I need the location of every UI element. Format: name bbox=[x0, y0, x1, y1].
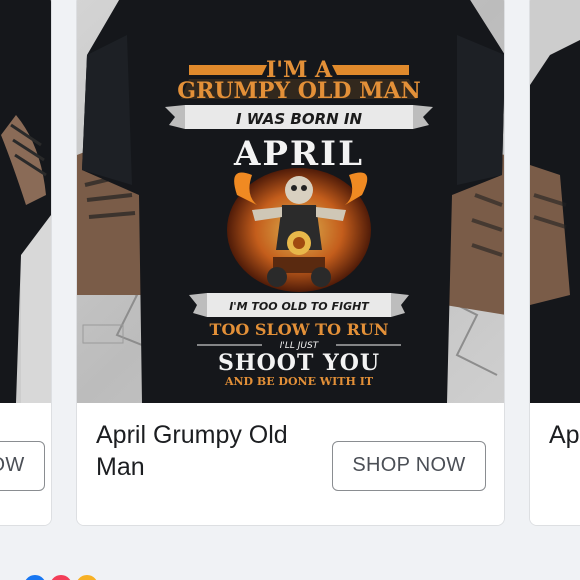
carousel-card-current[interactable]: I'M A GRUMPY OLD MAN I WAS BORN IN APRIL bbox=[76, 0, 505, 526]
carousel-card-next[interactable]: Ap bbox=[529, 0, 580, 526]
product-title[interactable]: Ap bbox=[549, 419, 580, 451]
svg-text:GRUMPY OLD MAN: GRUMPY OLD MAN bbox=[177, 78, 420, 104]
product-image[interactable] bbox=[530, 0, 580, 403]
ad-carousel: SHOP NOW bbox=[0, 0, 580, 580]
svg-text:I'M TOO OLD TO FIGHT: I'M TOO OLD TO FIGHT bbox=[229, 300, 370, 313]
product-image[interactable]: I'M A GRUMPY OLD MAN I WAS BORN IN APRIL bbox=[77, 0, 504, 403]
post-stats-row bbox=[0, 570, 580, 580]
tshirt-artwork: I'M A GRUMPY OLD MAN I WAS BORN IN APRIL bbox=[77, 0, 504, 403]
product-title[interactable]: April Grumpy Old Man bbox=[96, 419, 326, 483]
svg-text:I WAS BORN IN: I WAS BORN IN bbox=[236, 110, 363, 128]
carousel-card-previous[interactable]: SHOP NOW bbox=[0, 0, 52, 526]
card-footer: April Grumpy Old Man SHOP NOW bbox=[77, 403, 504, 525]
haha-reaction-icon[interactable] bbox=[74, 573, 100, 580]
love-reaction-icon[interactable] bbox=[48, 573, 74, 580]
svg-text:SHOOT YOU: SHOOT YOU bbox=[218, 350, 380, 376]
card-footer: Ap bbox=[530, 403, 580, 525]
like-reaction-icon[interactable] bbox=[22, 573, 48, 580]
svg-text:AND BE DONE WITH IT: AND BE DONE WITH IT bbox=[224, 375, 374, 388]
shop-now-button[interactable]: SHOP NOW bbox=[0, 441, 45, 491]
svg-text:APRIL: APRIL bbox=[233, 134, 364, 174]
card-footer: SHOP NOW bbox=[0, 403, 51, 525]
skeleton-biker-graphic bbox=[227, 168, 371, 292]
svg-text:TOO SLOW TO RUN: TOO SLOW TO RUN bbox=[210, 320, 389, 339]
shop-now-button[interactable]: SHOP NOW bbox=[332, 441, 486, 491]
product-image[interactable] bbox=[0, 0, 51, 403]
